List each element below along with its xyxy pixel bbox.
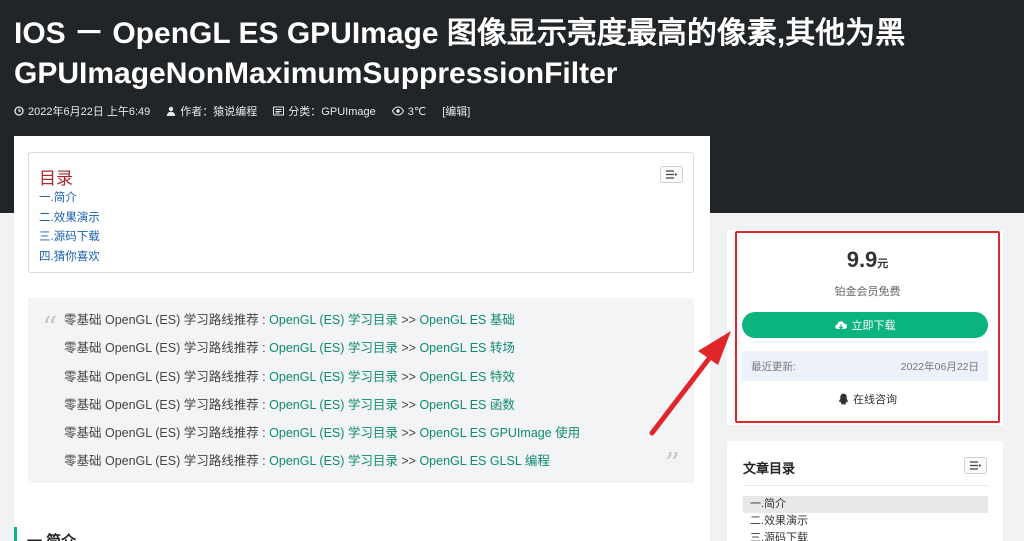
quote-separator: >>: [397, 341, 420, 356]
consult-label: 在线咨询: [853, 394, 897, 406]
learning-directory-link[interactable]: OpenGL (ES) 学习目录: [269, 426, 398, 440]
cloud-download-icon: [834, 321, 847, 330]
learning-directory-link[interactable]: OpenGL (ES) 学习目录: [269, 313, 398, 327]
meta-views: 3℃: [391, 105, 427, 118]
meta-date-text: 2022年6月22日 上午6:49: [28, 106, 151, 118]
list-icon: [273, 106, 285, 116]
eye-icon: [391, 106, 404, 116]
topic-link[interactable]: OpenGL ES 函数: [419, 398, 514, 412]
quote-prefix: 零基础 OpenGL (ES) 学习路线推荐 :: [64, 341, 270, 356]
learning-directory-link[interactable]: OpenGL (ES) 学习目录: [269, 341, 398, 355]
toc-item[interactable]: 四.猜你喜欢: [39, 248, 100, 268]
quote-separator: >>: [397, 454, 420, 469]
meta-date: 2022年6月22日 上午6:49: [14, 103, 150, 119]
section-heading: 一.简介: [14, 527, 214, 541]
quote-line: 零基础 OpenGL (ES) 学习路线推荐 : OpenGL (ES) 学习目…: [64, 334, 580, 362]
meta-views-text: 3℃: [407, 105, 427, 118]
post-title-line-1: IOS － OpenGL ES GPUImage 图像显示亮度最高的像素,其他为…: [14, 17, 906, 50]
updated-date: 2022年06月22日: [900, 360, 979, 373]
post-title-line-2: GPUImageNonMaximumSuppressionFilter: [14, 57, 618, 90]
last-updated: 最近更新: 2022年06月22日: [742, 351, 988, 381]
quote-prefix: 零基础 OpenGL (ES) 学习路线推荐 :: [64, 397, 270, 412]
meta-category[interactable]: 分类：GPUImage: [273, 103, 376, 119]
quote-line: 零基础 OpenGL (ES) 学习路线推荐 : OpenGL (ES) 学习目…: [64, 447, 580, 475]
close-quote-icon: ”: [664, 447, 680, 482]
learning-directory-link[interactable]: OpenGL (ES) 学习目录: [269, 398, 398, 412]
list-toggle-icon: [666, 170, 678, 179]
quote-separator: >>: [397, 397, 420, 412]
article-toc-item[interactable]: 一.简介: [743, 496, 988, 513]
learning-directory-link[interactable]: OpenGL (ES) 学习目录: [269, 370, 398, 384]
open-quote-icon: “: [42, 311, 58, 346]
article-toc-toggle-button[interactable]: [964, 457, 987, 474]
edit-link[interactable]: [编辑]: [442, 103, 470, 119]
quote-line: 零基础 OpenGL (ES) 学习路线推荐 : OpenGL (ES) 学习目…: [64, 419, 580, 447]
toc-box: 目录 一.简介 二.效果演示 三.源码下载 四.猜你喜欢: [28, 152, 694, 273]
toc-item[interactable]: 三.源码下载: [39, 228, 100, 248]
quote-prefix: 零基础 OpenGL (ES) 学习路线推荐 :: [64, 426, 270, 441]
topic-link[interactable]: OpenGL ES 转场: [419, 341, 514, 355]
toc-list: 一.简介 二.效果演示 三.源码下载 四.猜你喜欢: [39, 189, 100, 267]
meta-author-text: 作者：猿说编程: [180, 106, 258, 118]
quote-separator: >>: [397, 313, 420, 327]
price-unit: 元: [877, 258, 889, 270]
quote-separator: >>: [397, 426, 420, 441]
post-title: IOS － OpenGL ES GPUImage 图像显示亮度最高的像素,其他为…: [14, 14, 1014, 94]
toc-title: 目录: [39, 169, 73, 188]
quote-line: 零基础 OpenGL (ES) 学习路线推荐 : OpenGL (ES) 学习目…: [64, 391, 580, 419]
post-meta: 2022年6月22日 上午6:49 作者：猿说编程 分类：GPUImage 3℃…: [14, 103, 486, 119]
topic-link[interactable]: OpenGL ES 特效: [419, 370, 514, 384]
price-value: 9.9: [846, 247, 878, 272]
topic-link[interactable]: OpenGL ES GPUImage 使用: [419, 426, 580, 440]
quote-prefix: 零基础 OpenGL (ES) 学习路线推荐 :: [64, 454, 270, 469]
toc-item[interactable]: 一.简介: [39, 189, 100, 209]
article-toc-item[interactable]: 二.效果演示: [743, 513, 988, 530]
updated-label: 最近更新:: [751, 360, 796, 373]
article-card: 目录 一.简介 二.效果演示 三.源码下载 四.猜你喜欢 “ 零基础 OpenG…: [14, 136, 710, 541]
article-toc-list: 一.简介 二.效果演示 三.源码下载: [743, 496, 988, 541]
download-button[interactable]: 立即下载: [742, 312, 988, 338]
qq-icon: [839, 393, 848, 405]
price: 9.9元: [735, 247, 1000, 273]
quote-line: 零基础 OpenGL (ES) 学习路线推荐 : OpenGL (ES) 学习目…: [64, 363, 580, 391]
quote-line: 零基础 OpenGL (ES) 学习路线推荐 : OpenGL (ES) 学习目…: [64, 306, 580, 334]
quote-prefix: 零基础 OpenGL (ES) 学习路线推荐 :: [64, 313, 270, 327]
list-toggle-icon: [970, 461, 982, 470]
toc-toggle-button[interactable]: [660, 166, 683, 183]
article-toc-title: 文章目录: [743, 461, 796, 476]
article-toc-item[interactable]: 三.源码下载: [743, 530, 988, 541]
meta-author[interactable]: 作者：猿说编程: [166, 103, 257, 119]
quote-separator: >>: [397, 369, 420, 384]
vip-note: 铂金会员免费: [834, 286, 901, 298]
topic-link[interactable]: OpenGL ES GLSL 编程: [419, 454, 549, 468]
download-button-label: 立即下载: [851, 320, 896, 332]
meta-category-text: 分类：GPUImage: [288, 106, 376, 118]
learning-directory-link[interactable]: OpenGL (ES) 学习目录: [269, 454, 398, 468]
clock-icon: [14, 106, 24, 116]
topic-link[interactable]: OpenGL ES 基础: [419, 313, 514, 327]
learning-path-quote: “ 零基础 OpenGL (ES) 学习路线推荐 : OpenGL (ES) 学…: [28, 298, 694, 483]
quote-lines: 零基础 OpenGL (ES) 学习路线推荐 : OpenGL (ES) 学习目…: [64, 306, 580, 476]
quote-prefix: 零基础 OpenGL (ES) 学习路线推荐 :: [64, 369, 270, 384]
divider: [743, 485, 988, 486]
toc-item[interactable]: 二.效果演示: [39, 209, 100, 229]
user-icon: [167, 106, 176, 116]
online-consult-link[interactable]: 在线咨询: [735, 391, 1000, 407]
